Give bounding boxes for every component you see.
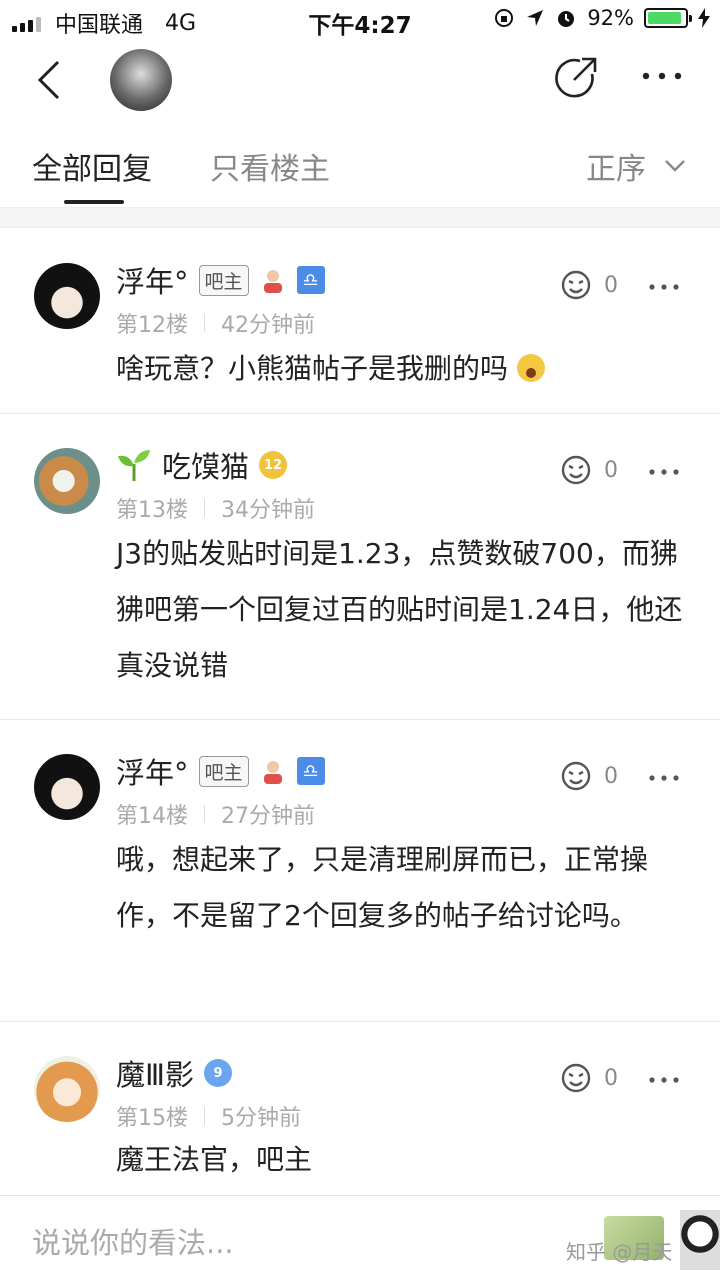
- level-badge: 12: [259, 451, 288, 479]
- sort-dropdown[interactable]: 正序: [586, 144, 686, 188]
- like-button[interactable]: 0: [558, 1060, 618, 1096]
- reply-item: 吃馍猫 12 第13楼 34分钟前 J3的贴发贴时间是1.23，点赞数破700，…: [0, 414, 720, 720]
- like-icon: [561, 270, 591, 300]
- reply-item: 浮年° 吧主 ♎ 第12楼 42分钟前 啥玩意？小熊猫帖子是我删的吗 0: [0, 229, 720, 414]
- floor-number: 第15楼: [116, 1106, 188, 1131]
- share-icon[interactable]: [552, 54, 600, 102]
- watermark: 知乎 @月天: [566, 1240, 673, 1264]
- like-count: 0: [604, 457, 618, 483]
- floor-number: 第12楼: [116, 313, 188, 338]
- reply-text: 啥玩意？小熊猫帖子是我删的吗: [116, 352, 509, 385]
- chevron-left-icon[interactable]: [30, 58, 74, 102]
- avatar[interactable]: [34, 754, 100, 820]
- charging-icon: [698, 8, 710, 28]
- like-icon: [561, 1063, 591, 1093]
- like-button[interactable]: 0: [558, 452, 618, 488]
- owner-badge: 吧主: [198, 264, 249, 296]
- like-button[interactable]: 0: [558, 267, 618, 303]
- reply-item: 浮年° 吧主 ♎ 第14楼 27分钟前 哦，想起来了，只是清理刷屏而已，正常操作…: [0, 720, 720, 1022]
- reply-tabs: 全部回复 只看楼主 正序: [0, 122, 720, 208]
- reply-item: 魔Ⅲ影 9 第15楼 5分钟前 魔王法官，吧主 0: [0, 1022, 720, 1195]
- level-badge: 9: [204, 1059, 232, 1087]
- avatar[interactable]: [34, 448, 100, 514]
- reply-time: 42分钟前: [221, 313, 315, 338]
- section-divider: [0, 208, 720, 228]
- reply-author: 吃馍猫 12: [116, 444, 288, 486]
- comment-input[interactable]: 说说你的看法...: [32, 1220, 234, 1262]
- chevron-down-icon: [665, 160, 685, 172]
- reply-time: 27分钟前: [221, 804, 315, 829]
- shocked-emoji-icon: [516, 354, 545, 382]
- tab-owner-only[interactable]: 只看楼主: [210, 144, 330, 188]
- reply-meta: 第14楼 27分钟前: [116, 798, 315, 830]
- rotation-lock-icon: [495, 9, 514, 27]
- like-icon: [561, 455, 591, 485]
- sort-label: 正序: [586, 152, 646, 187]
- username[interactable]: 魔Ⅲ影: [116, 1052, 194, 1094]
- comment-bar: 说说你的看法... 知乎 @月天: [0, 1195, 720, 1281]
- battery-fill: [648, 12, 682, 24]
- tab-indicator: [64, 200, 124, 204]
- more-horizontal-icon[interactable]: [640, 66, 684, 86]
- person-icon: [263, 761, 282, 784]
- status-right: 92%: [493, 6, 710, 30]
- like-button[interactable]: 0: [558, 758, 618, 794]
- username[interactable]: 浮年°: [116, 259, 189, 301]
- reply-author: 浮年° 吧主 ♎: [116, 750, 325, 792]
- reply-author: 浮年° 吧主 ♎: [116, 259, 325, 301]
- username[interactable]: 浮年°: [116, 750, 189, 792]
- tab-all-replies[interactable]: 全部回复: [32, 144, 152, 188]
- reply-author: 魔Ⅲ影 9: [116, 1052, 232, 1094]
- owner-badge: 吧主: [198, 755, 249, 787]
- more-horizontal-icon[interactable]: [648, 467, 680, 477]
- libra-icon: ♎: [296, 266, 325, 294]
- reply-time: 5分钟前: [221, 1106, 301, 1131]
- battery-percent: 92%: [587, 6, 634, 30]
- like-count: 0: [604, 1065, 618, 1091]
- sprout-icon: [118, 450, 150, 481]
- location-icon: [527, 10, 544, 26]
- more-horizontal-icon[interactable]: [648, 1075, 680, 1085]
- reply-content: 魔王法官，吧主: [116, 1143, 313, 1176]
- reply-content: 啥玩意？小熊猫帖子是我删的吗: [116, 341, 686, 397]
- like-icon: [561, 761, 591, 791]
- avatar[interactable]: [34, 263, 100, 329]
- nav-bar: [0, 40, 720, 122]
- meta-divider: [204, 1107, 205, 1125]
- more-horizontal-icon[interactable]: [648, 282, 680, 292]
- reply-content: 哦，想起来了，只是清理刷屏而已，正常操作，不是留了2个回复多的帖子给讨论吗。: [116, 843, 649, 932]
- reply-meta: 第15楼 5分钟前: [116, 1100, 301, 1132]
- status-bar: 中国联通 4G 下午4:27 92%: [0, 0, 720, 40]
- reply-time: 34分钟前: [221, 498, 315, 523]
- corner-avatar: [680, 1210, 720, 1270]
- reply-meta: 第12楼 42分钟前: [116, 307, 315, 339]
- reply-meta: 第13楼 34分钟前: [116, 492, 315, 524]
- battery-icon: [644, 8, 692, 28]
- alarm-icon: [558, 11, 575, 27]
- libra-icon: ♎: [296, 757, 325, 785]
- meta-divider: [204, 499, 205, 517]
- like-count: 0: [604, 763, 618, 789]
- person-icon: [263, 270, 282, 293]
- like-count: 0: [604, 272, 618, 298]
- floor-number: 第13楼: [116, 498, 188, 523]
- thread-avatar[interactable]: [110, 49, 172, 111]
- avatar[interactable]: [34, 1056, 100, 1122]
- username[interactable]: 吃馍猫: [162, 444, 249, 486]
- reply-content: J3的贴发贴时间是1.23，点赞数破700，而狒狒吧第一个回复过百的贴时间是1.…: [116, 537, 683, 682]
- meta-divider: [204, 805, 205, 823]
- meta-divider: [204, 314, 205, 332]
- floor-number: 第14楼: [116, 804, 188, 829]
- more-horizontal-icon[interactable]: [648, 773, 680, 783]
